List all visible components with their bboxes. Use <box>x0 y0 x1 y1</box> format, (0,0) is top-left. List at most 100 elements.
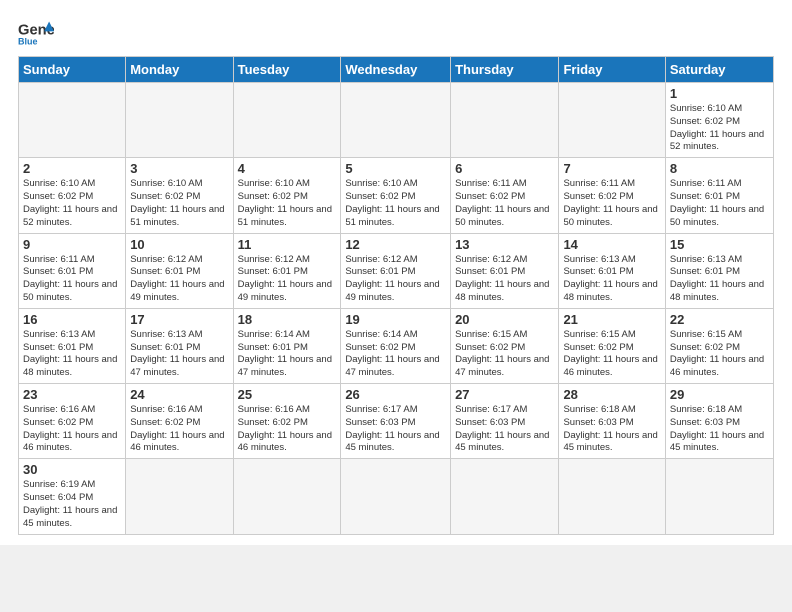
day-cell <box>126 459 233 534</box>
weekday-header-tuesday: Tuesday <box>233 57 341 83</box>
day-number: 12 <box>345 237 446 252</box>
day-number: 16 <box>23 312 121 327</box>
day-number: 23 <box>23 387 121 402</box>
day-number: 8 <box>670 161 769 176</box>
day-cell: 26 Sunrise: 6:17 AMSunset: 6:03 PMDayligh… <box>341 384 451 459</box>
logo-icon: General Blue <box>18 18 54 48</box>
day-info: Sunrise: 6:17 AMSunset: 6:03 PMDaylight:… <box>345 404 446 455</box>
day-number: 14 <box>563 237 660 252</box>
day-cell <box>126 83 233 158</box>
day-cell: 12 Sunrise: 6:12 AMSunset: 6:01 PMDayligh… <box>341 233 451 308</box>
day-cell <box>665 459 773 534</box>
day-cell: 5Sunrise: 6:10 AMSunset: 6:02 PMDaylight… <box>341 158 451 233</box>
day-cell: 17 Sunrise: 6:13 AMSunset: 6:01 PMDayligh… <box>126 308 233 383</box>
day-cell: 19Sunrise: 6:14 AMSunset: 6:02 PMDayligh… <box>341 308 451 383</box>
weekday-header-row: SundayMondayTuesdayWednesdayThursdayFrid… <box>19 57 774 83</box>
day-info: Sunrise: 6:16 AMSunset: 6:02 PMDaylight:… <box>130 404 228 455</box>
svg-text:Blue: Blue <box>18 36 38 46</box>
week-row-2: 9Sunrise: 6:11 AMSunset: 6:01 PMDaylight… <box>19 233 774 308</box>
day-number: 17 <box>130 312 228 327</box>
calendar-table: SundayMondayTuesdayWednesdayThursdayFrid… <box>18 56 774 535</box>
day-cell: 21Sunrise: 6:15 AMSunset: 6:02 PMDayligh… <box>559 308 665 383</box>
day-cell <box>451 83 559 158</box>
day-cell: 25 Sunrise: 6:16 AMSunset: 6:02 PMDayligh… <box>233 384 341 459</box>
weekday-header-saturday: Saturday <box>665 57 773 83</box>
day-cell <box>19 83 126 158</box>
day-info: Sunrise: 6:12 AMSunset: 6:01 PMDaylight:… <box>130 254 228 305</box>
day-cell <box>559 83 665 158</box>
day-cell: 15Sunrise: 6:13 AMSunset: 6:01 PMDayligh… <box>665 233 773 308</box>
weekday-header-thursday: Thursday <box>451 57 559 83</box>
day-info: Sunrise: 6:10 AMSunset: 6:02 PMDaylight:… <box>130 178 228 229</box>
day-cell: 3 Sunrise: 6:10 AMSunset: 6:02 PMDaylight… <box>126 158 233 233</box>
weekday-header-monday: Monday <box>126 57 233 83</box>
day-number: 18 <box>238 312 337 327</box>
day-cell: 14 Sunrise: 6:13 AMSunset: 6:01 PMDayligh… <box>559 233 665 308</box>
day-info: Sunrise: 6:11 AMSunset: 6:01 PMDaylight:… <box>23 254 121 305</box>
day-info: Sunrise: 6:13 AMSunset: 6:01 PMDaylight:… <box>130 329 228 380</box>
day-number: 11 <box>238 237 337 252</box>
day-cell <box>341 83 451 158</box>
day-cell <box>451 459 559 534</box>
week-row-5: 30 Sunrise: 6:19 AMSunset: 6:04 PMDayligh… <box>19 459 774 534</box>
day-cell: 2 Sunrise: 6:10 AMSunset: 6:02 PMDaylight… <box>19 158 126 233</box>
day-number: 25 <box>238 387 337 402</box>
week-row-4: 23 Sunrise: 6:16 AMSunset: 6:02 PMDayligh… <box>19 384 774 459</box>
day-cell: 30 Sunrise: 6:19 AMSunset: 6:04 PMDayligh… <box>19 459 126 534</box>
day-number: 26 <box>345 387 446 402</box>
day-number: 10 <box>130 237 228 252</box>
day-cell: 13 Sunrise: 6:12 AMSunset: 6:01 PMDayligh… <box>451 233 559 308</box>
day-number: 13 <box>455 237 554 252</box>
day-info: Sunrise: 6:10 AMSunset: 6:02 PMDaylight:… <box>238 178 337 229</box>
day-info: Sunrise: 6:12 AMSunset: 6:01 PMDaylight:… <box>455 254 554 305</box>
day-info: Sunrise: 6:10 AMSunset: 6:02 PMDaylight:… <box>670 103 769 154</box>
day-info: Sunrise: 6:13 AMSunset: 6:01 PMDaylight:… <box>670 254 769 305</box>
day-cell: 18 Sunrise: 6:14 AMSunset: 6:01 PMDayligh… <box>233 308 341 383</box>
day-info: Sunrise: 6:13 AMSunset: 6:01 PMDaylight:… <box>23 329 121 380</box>
day-cell <box>559 459 665 534</box>
day-cell: 24 Sunrise: 6:16 AMSunset: 6:02 PMDayligh… <box>126 384 233 459</box>
day-info: Sunrise: 6:17 AMSunset: 6:03 PMDaylight:… <box>455 404 554 455</box>
day-info: Sunrise: 6:12 AMSunset: 6:01 PMDaylight:… <box>345 254 446 305</box>
day-cell: 1 Sunrise: 6:10 AMSunset: 6:02 PMDaylight… <box>665 83 773 158</box>
day-info: Sunrise: 6:18 AMSunset: 6:03 PMDaylight:… <box>670 404 769 455</box>
day-info: Sunrise: 6:13 AMSunset: 6:01 PMDaylight:… <box>563 254 660 305</box>
day-number: 20 <box>455 312 554 327</box>
day-number: 21 <box>563 312 660 327</box>
day-cell: 7Sunrise: 6:11 AMSunset: 6:02 PMDaylight… <box>559 158 665 233</box>
day-cell: 20 Sunrise: 6:15 AMSunset: 6:02 PMDayligh… <box>451 308 559 383</box>
day-number: 19 <box>345 312 446 327</box>
day-info: Sunrise: 6:11 AMSunset: 6:01 PMDaylight:… <box>670 178 769 229</box>
day-cell <box>233 83 341 158</box>
day-info: Sunrise: 6:16 AMSunset: 6:02 PMDaylight:… <box>238 404 337 455</box>
day-cell <box>341 459 451 534</box>
day-cell: 10 Sunrise: 6:12 AMSunset: 6:01 PMDayligh… <box>126 233 233 308</box>
day-number: 3 <box>130 161 228 176</box>
day-info: Sunrise: 6:11 AMSunset: 6:02 PMDaylight:… <box>455 178 554 229</box>
day-number: 4 <box>238 161 337 176</box>
day-number: 24 <box>130 387 228 402</box>
day-cell: 28Sunrise: 6:18 AMSunset: 6:03 PMDayligh… <box>559 384 665 459</box>
day-cell: 16 Sunrise: 6:13 AMSunset: 6:01 PMDayligh… <box>19 308 126 383</box>
logo: General Blue <box>18 18 50 48</box>
day-cell: 6 Sunrise: 6:11 AMSunset: 6:02 PMDaylight… <box>451 158 559 233</box>
day-number: 29 <box>670 387 769 402</box>
day-number: 30 <box>23 462 121 477</box>
weekday-header-sunday: Sunday <box>19 57 126 83</box>
day-info: Sunrise: 6:12 AMSunset: 6:01 PMDaylight:… <box>238 254 337 305</box>
day-info: Sunrise: 6:10 AMSunset: 6:02 PMDaylight:… <box>23 178 121 229</box>
week-row-0: 1 Sunrise: 6:10 AMSunset: 6:02 PMDaylight… <box>19 83 774 158</box>
day-info: Sunrise: 6:14 AMSunset: 6:01 PMDaylight:… <box>238 329 337 380</box>
day-number: 6 <box>455 161 554 176</box>
day-info: Sunrise: 6:16 AMSunset: 6:02 PMDaylight:… <box>23 404 121 455</box>
day-number: 28 <box>563 387 660 402</box>
day-number: 2 <box>23 161 121 176</box>
day-info: Sunrise: 6:19 AMSunset: 6:04 PMDaylight:… <box>23 479 121 530</box>
header: General Blue <box>18 18 774 48</box>
week-row-3: 16 Sunrise: 6:13 AMSunset: 6:01 PMDayligh… <box>19 308 774 383</box>
day-cell: 22Sunrise: 6:15 AMSunset: 6:02 PMDayligh… <box>665 308 773 383</box>
day-number: 1 <box>670 86 769 101</box>
day-info: Sunrise: 6:15 AMSunset: 6:02 PMDaylight:… <box>455 329 554 380</box>
calendar-page: General Blue SundayMondayTuesdayWednesda… <box>0 0 792 545</box>
day-cell: 4 Sunrise: 6:10 AMSunset: 6:02 PMDaylight… <box>233 158 341 233</box>
